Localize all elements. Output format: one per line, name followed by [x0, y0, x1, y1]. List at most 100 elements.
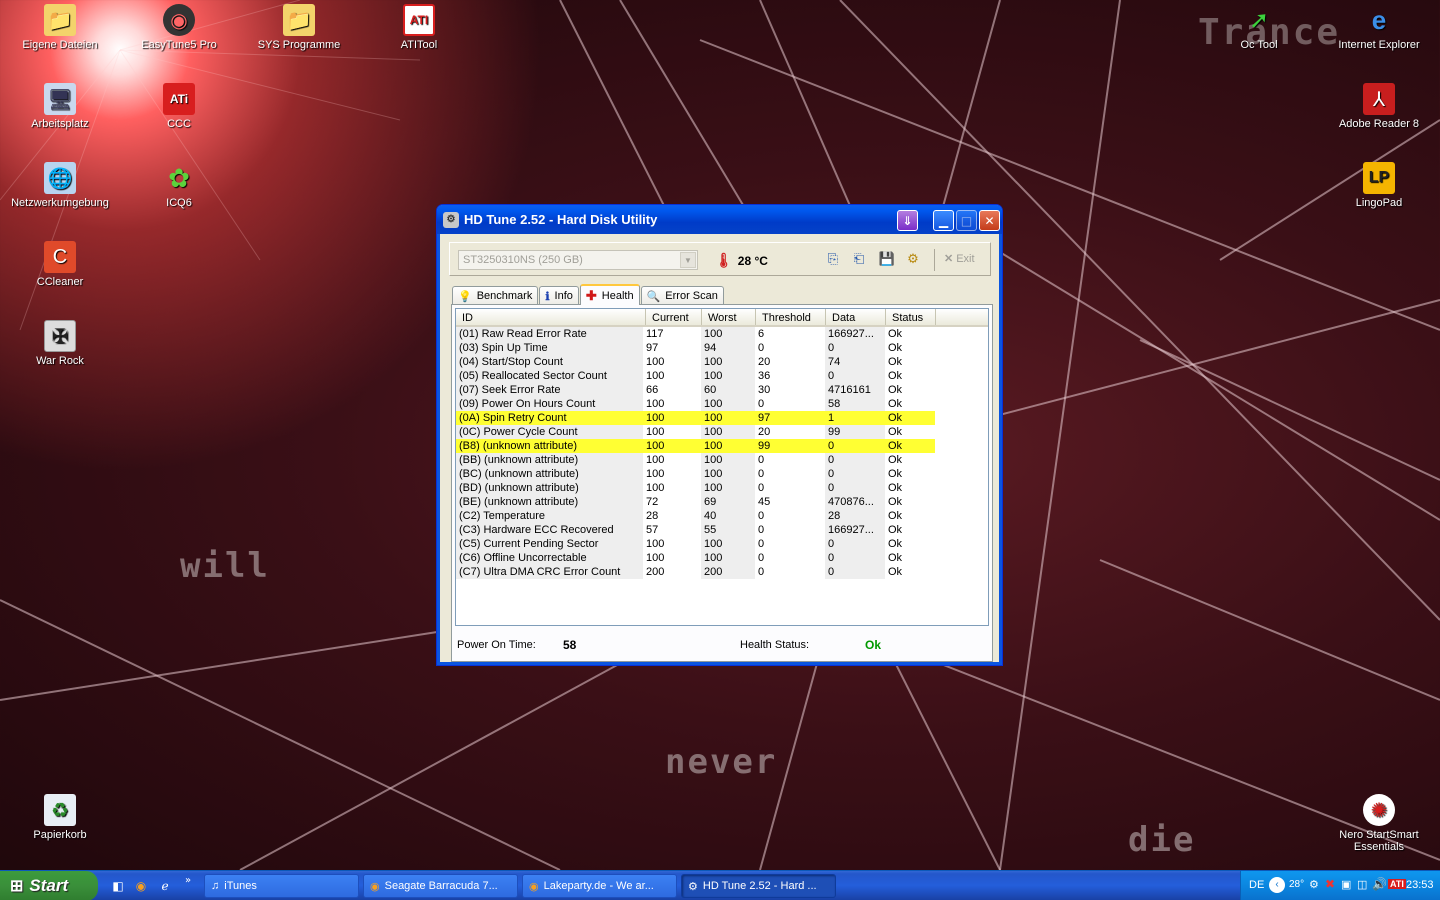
task-label: Seagate Barracuda 7... — [384, 880, 498, 892]
desktop-icon-label: Papierkorb — [33, 829, 87, 841]
task-lakeparty[interactable]: ◉ Lakeparty.de - We ar... — [522, 874, 677, 898]
task-hdtune[interactable]: ⚙ HD Tune 2.52 - Hard ... — [681, 874, 836, 898]
start-button[interactable]: ⊞ Start — [0, 871, 98, 900]
cell-data: 0 — [825, 439, 885, 453]
cell-threshold: 36 — [758, 370, 771, 382]
exit-button[interactable]: ✕ Exit — [944, 252, 975, 265]
table-row[interactable]: (BE) (unknown attribute) 72 69 45 470876... O… — [456, 495, 988, 509]
desktop-icon-internet-explorer[interactable]: e Internet Explorer — [1324, 4, 1434, 52]
tab-info[interactable]: ℹ Info — [539, 286, 579, 305]
desktop-icon-atitool[interactable]: ATI ATITool — [364, 4, 474, 51]
save-icon[interactable]: 💾 — [878, 251, 896, 269]
cell-id: (04) Start/Stop Count — [456, 355, 643, 369]
adobe-reader-icon: ⅄ — [1363, 83, 1395, 115]
drive-select[interactable]: ST3250310NS (250 GB) ▼ — [458, 250, 698, 270]
column-header-status[interactable]: Status — [886, 309, 936, 325]
table-row[interactable]: (01) Raw Read Error Rate 117 100 6 166927...… — [456, 327, 988, 341]
cell-id: (C7) Ultra DMA CRC Error Count — [456, 565, 643, 579]
table-row[interactable]: (BB) (unknown attribute) 100 100 0 0 Ok — [456, 453, 988, 467]
column-header-data[interactable]: Data — [826, 309, 886, 325]
quicklaunch-expand-icon[interactable]: » — [180, 873, 196, 889]
tab-error-scan[interactable]: 🔍 Error Scan — [640, 286, 724, 305]
desktop-icon-label: Internet Explorer — [1338, 39, 1420, 51]
column-header-current[interactable]: Current — [646, 309, 702, 325]
tray-kaspersky-icon[interactable]: ✖ — [1325, 877, 1335, 891]
desktop-icon-adobe-reader[interactable]: ⅄ Adobe Reader 8 — [1324, 83, 1434, 130]
table-row[interactable]: (0A) Spin Retry Count 100 100 97 1 Ok — [456, 411, 988, 425]
hdtune-app-icon[interactable]: ⚙ — [443, 211, 459, 228]
desktop-icon-easytune[interactable]: ◉ EasyTune5 Pro — [124, 4, 234, 51]
quicklaunch-ie-icon[interactable]: ℯ — [157, 878, 173, 894]
atitool-icon: ATI — [403, 4, 435, 36]
cell-status: Ok — [888, 384, 903, 396]
table-row[interactable]: (BC) (unknown attribute) 100 100 0 0 Ok — [456, 467, 988, 481]
desktop-icon-war-rock[interactable]: ✠ War Rock — [5, 320, 115, 367]
smart-attribute-list[interactable]: ID Current Worst Threshold Data Status (… — [455, 308, 989, 626]
tray-collapse-icon[interactable]: ‹ — [1269, 877, 1285, 893]
desktop-icon-icq[interactable]: ✿ ICQ6 — [124, 162, 234, 210]
table-row[interactable]: (C7) Ultra DMA CRC Error Count 200 200 0 0 Ok — [456, 565, 988, 579]
extra-down-arrow-button[interactable]: ⇓ — [897, 210, 918, 231]
task-itunes[interactable]: ♫ iTunes — [204, 874, 359, 898]
close-button[interactable]: ✕ — [979, 210, 1000, 231]
tab-benchmark[interactable]: 💡 Benchmark — [452, 286, 539, 305]
cell-data: 166927... — [825, 523, 885, 537]
table-row[interactable]: (C3) Hardware ECC Recovered 57 55 0 166927..… — [456, 523, 988, 537]
clock[interactable]: 23:53 — [1406, 879, 1434, 891]
tab-label: Error Scan — [665, 290, 718, 302]
table-row[interactable]: (07) Seek Error Rate 66 60 30 4716161 Ok — [456, 383, 988, 397]
options-icon[interactable]: ⚙ — [904, 251, 922, 269]
desktop-icon-oc-tool[interactable]: ➚ Oc Tool — [1204, 4, 1314, 52]
table-row[interactable]: (B8) (unknown attribute) 100 100 99 0 Ok — [456, 439, 988, 453]
icq-icon: ✿ — [168, 162, 190, 193]
tray-volume-icon[interactable]: 🔊 — [1372, 877, 1387, 891]
task-seagate[interactable]: ◉ Seagate Barracuda 7... — [363, 874, 518, 898]
desktop-icon-netzwerkumgebung[interactable]: 🌐 Netzwerkumgebung — [5, 162, 115, 209]
desktop-icon-sys-programme[interactable]: 📁 SYS Programme — [244, 4, 354, 51]
desktop-icon-ccleaner[interactable]: C CCleaner — [5, 241, 115, 288]
cell-current: 100 — [646, 538, 665, 550]
window-title: HD Tune 2.52 - Hard Disk Utility — [464, 212, 658, 227]
table-row[interactable]: (0C) Power Cycle Count 100 100 20 99 Ok — [456, 425, 988, 439]
quicklaunch-show-desktop-icon[interactable]: ◧ — [110, 878, 126, 894]
table-row[interactable]: (04) Start/Stop Count 100 100 20 74 Ok — [456, 355, 988, 369]
column-header-id[interactable]: ID — [456, 309, 646, 325]
quicklaunch-firefox-icon[interactable]: ◉ — [133, 878, 149, 894]
cell-worst: 60 — [701, 383, 755, 397]
table-row[interactable]: (C2) Temperature 28 40 0 28 Ok — [456, 509, 988, 523]
tray-device-icon[interactable]: ◫ — [1357, 878, 1367, 891]
thermometer-icon: 🌡 — [715, 252, 733, 268]
desktop-icon-nero[interactable]: ✺ Nero StartSmart Essentials — [1324, 794, 1434, 853]
language-indicator[interactable]: DE — [1249, 879, 1264, 891]
drive-select-value: ST3250310NS (250 GB) — [463, 254, 583, 266]
minimize-button[interactable]: ▁ — [933, 210, 954, 231]
column-header-threshold[interactable]: Threshold — [756, 309, 826, 325]
table-row[interactable]: (C5) Current Pending Sector 100 100 0 0 Ok — [456, 537, 988, 551]
tray-hdtune-icon[interactable]: ⚙ — [1309, 878, 1319, 891]
desktop-icon-label: ICQ6 — [166, 197, 192, 209]
table-row[interactable]: (05) Reallocated Sector Count 100 100 36 0 Ok — [456, 369, 988, 383]
cell-worst: 100 — [701, 467, 755, 481]
cell-current: 100 — [643, 439, 701, 453]
copy-screenshot-icon[interactable]: ⎗ — [850, 251, 868, 269]
tray-network-icon[interactable]: ▣ — [1341, 878, 1351, 891]
maximize-button[interactable]: □ — [956, 210, 977, 231]
table-row[interactable]: (C6) Offline Uncorrectable 100 100 0 0 Ok — [456, 551, 988, 565]
cell-id: (B8) (unknown attribute) — [456, 439, 643, 453]
ccleaner-icon: C — [44, 241, 76, 273]
desktop-icon-lingopad[interactable]: LP LingoPad — [1324, 162, 1434, 209]
table-row[interactable]: (09) Power On Hours Count 100 100 0 58 Ok — [456, 397, 988, 411]
tray-ati-icon[interactable]: ATI — [1388, 879, 1406, 889]
cell-status: Ok — [888, 468, 903, 480]
desktop-icon-eigene-dateien[interactable]: 📁 Eigene Dateien — [5, 4, 115, 51]
table-row[interactable]: (BD) (unknown attribute) 100 100 0 0 Ok — [456, 481, 988, 495]
table-row[interactable]: (03) Spin Up Time 97 94 0 0 Ok — [456, 341, 988, 355]
desktop-icon-arbeitsplatz[interactable]: 🖥 Arbeitsplatz — [5, 83, 115, 130]
desktop-icon-ccc[interactable]: ATi CCC — [124, 83, 234, 130]
chevron-down-icon[interactable]: ▼ — [680, 252, 696, 268]
column-header-worst[interactable]: Worst — [702, 309, 756, 325]
copy-text-icon[interactable]: ⎘ — [824, 251, 842, 269]
cell-data: 0 — [825, 341, 885, 355]
tab-health[interactable]: ✚ Health — [579, 284, 640, 305]
desktop-icon-papierkorb[interactable]: ♻ Papierkorb — [5, 794, 115, 841]
